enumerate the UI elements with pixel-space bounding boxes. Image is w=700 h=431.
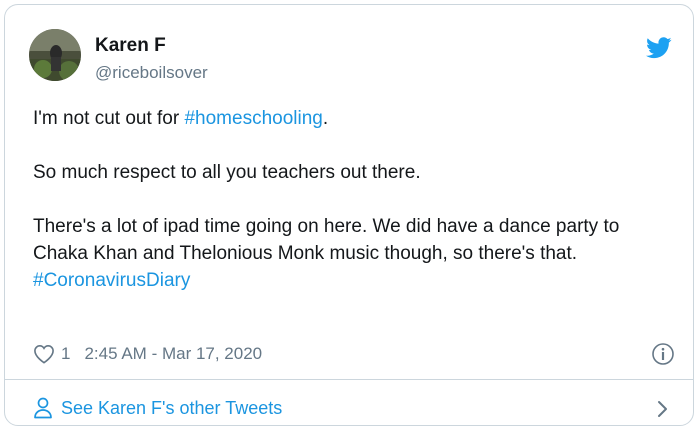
paragraph-1-suffix: .	[322, 108, 329, 129]
hashtag-coronavirusdiary[interactable]: #CoronavirusDiary	[33, 270, 190, 291]
person-icon	[34, 397, 52, 419]
hashtag-homeschooling[interactable]: #homeschooling	[184, 108, 322, 129]
heart-icon[interactable]	[33, 344, 55, 364]
info-icon[interactable]	[651, 342, 675, 366]
see-other-tweets-link[interactable]: See Karen F's other Tweets	[33, 397, 282, 419]
tweet-paragraph-2: So much respect to all you teachers out …	[33, 162, 421, 183]
author-name[interactable]: Karen F	[95, 35, 166, 57]
tweet-paragraph-1: I'm not cut out for #homeschooling.	[33, 105, 673, 132]
tweet-card: Karen F @riceboilsover I'm not cut out f…	[4, 4, 694, 426]
timestamp[interactable]: 2:45 AM - Mar 17, 2020	[84, 344, 262, 364]
divider	[5, 379, 693, 380]
avatar[interactable]	[29, 29, 81, 81]
chevron-right-icon[interactable]	[655, 398, 671, 420]
twitter-bird-icon[interactable]	[646, 37, 672, 59]
tweet-meta: 1 2:45 AM - Mar 17, 2020	[33, 342, 262, 366]
see-other-tweets-label: See Karen F's other Tweets	[61, 397, 283, 418]
paragraph-1-text: I'm not cut out for	[33, 108, 185, 129]
tweet-paragraph-3: There's a lot of ipad time going on here…	[33, 213, 673, 294]
tweet-text: I'm not cut out for #homeschooling. So m…	[33, 105, 673, 294]
paragraph-3-text: There's a lot of ipad time going on here…	[33, 216, 620, 264]
author-handle[interactable]: @riceboilsover	[95, 63, 208, 83]
like-count: 1	[61, 344, 71, 363]
